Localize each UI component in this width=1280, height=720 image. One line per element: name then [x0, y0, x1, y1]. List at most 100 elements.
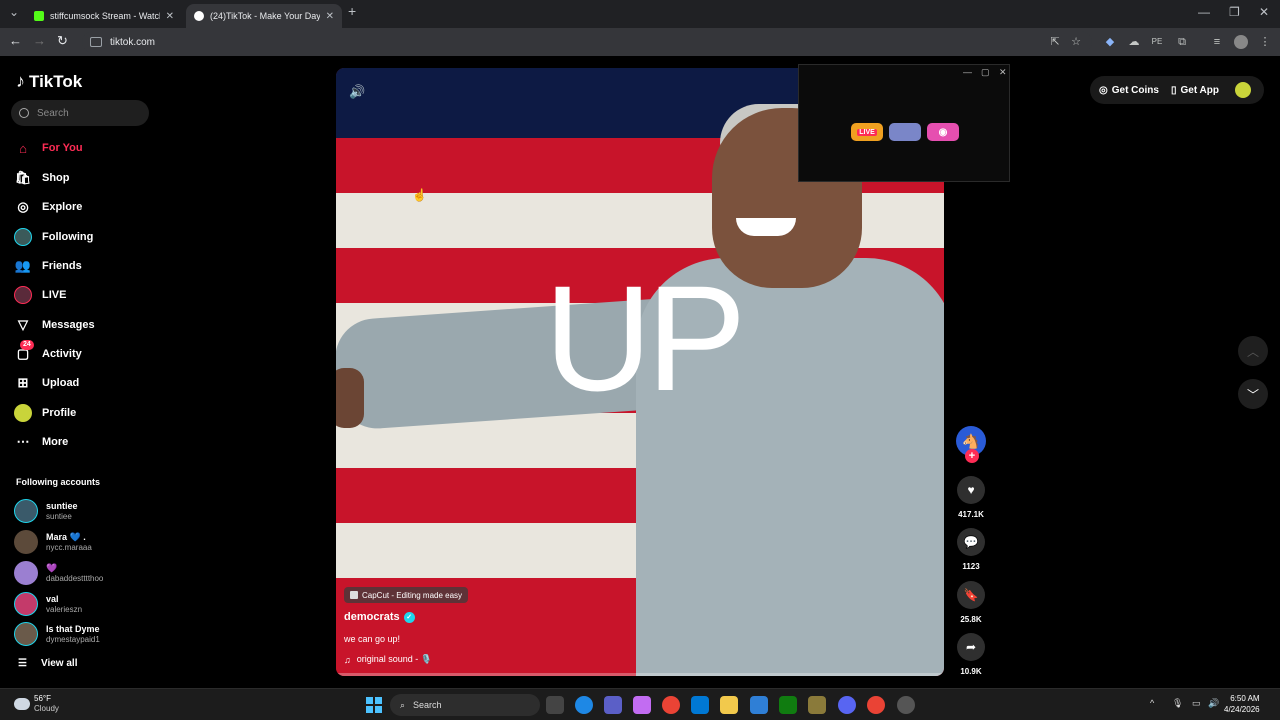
mini-close-icon[interactable]: ✕	[999, 67, 1007, 78]
stream-thumbnail-chip[interactable]	[889, 123, 921, 141]
task-view-icon[interactable]	[546, 696, 564, 714]
extension-2-icon[interactable]: ☁	[1127, 35, 1141, 49]
back-icon[interactable]: ←	[9, 33, 22, 48]
like-button[interactable]: ♥ 417.1K	[954, 476, 988, 519]
teams-icon[interactable]	[604, 696, 622, 714]
nav-profile[interactable]: Profile	[14, 401, 154, 425]
nav-for-you[interactable]: ⌂ For You	[14, 136, 154, 160]
nav-upload[interactable]: ⊞ Upload	[14, 371, 154, 395]
file-explorer-icon[interactable]	[720, 696, 738, 714]
xbox-icon[interactable]	[779, 696, 797, 714]
nav-label: Explore	[42, 201, 83, 213]
close-window-icon[interactable]: ✕	[1259, 5, 1269, 19]
game-app-icon[interactable]	[808, 696, 826, 714]
bookmark-icon: 🔖	[957, 581, 985, 609]
mini-minimize-icon[interactable]: —	[963, 67, 972, 77]
user-avatar[interactable]	[1235, 82, 1251, 98]
effect-tag[interactable]: CapCut - Editing made easy	[344, 587, 469, 603]
mini-maximize-icon[interactable]: ▢	[981, 67, 990, 78]
chrome-active-icon[interactable]	[867, 696, 885, 714]
save-button[interactable]: 🔖 25.8K	[954, 581, 988, 624]
cloudy-weather-icon	[14, 698, 30, 710]
bookmark-star-icon[interactable]: ☆	[1069, 35, 1083, 49]
forward-icon[interactable]: →	[33, 33, 46, 48]
extension-3-icon[interactable]: PE	[1150, 35, 1164, 49]
tray-chevron-icon[interactable]: ^	[1150, 698, 1154, 708]
following-account-row[interactable]: suntiee suntiee	[14, 497, 164, 525]
share-button[interactable]: ➦ 10.9K	[954, 633, 988, 676]
os-taskbar: 56°F Cloudy ⌕ Search ^ 🎙 ▭ 🔊 6:50 AM 4/2…	[0, 688, 1280, 720]
nav-label: Activity	[42, 348, 82, 360]
store-icon[interactable]	[691, 696, 709, 714]
display-icon[interactable]: ▭	[1192, 698, 1201, 709]
reload-icon[interactable]: ↻	[57, 33, 68, 49]
nav-more[interactable]: ⋯ More	[14, 430, 154, 454]
follow-button[interactable]: +	[965, 449, 979, 463]
following-account-row[interactable]: Mara 💙 . nycc.maraaa	[14, 528, 164, 556]
weather-widget[interactable]: 56°F Cloudy	[14, 694, 59, 714]
search-input[interactable]: Search	[11, 100, 149, 126]
minimize-window-icon[interactable]: —	[1198, 5, 1210, 19]
start-button[interactable]	[366, 697, 382, 713]
open-in-app-icon[interactable]: ⇱	[1048, 35, 1062, 49]
system-clock[interactable]: 6:50 AM 4/24/2026	[1224, 693, 1260, 715]
search-icon	[19, 108, 29, 118]
chrome-icon[interactable]	[662, 696, 680, 714]
live-chip[interactable]: LIVE	[851, 123, 883, 141]
edge-icon[interactable]	[575, 696, 593, 714]
get-app-button[interactable]: Get App	[1180, 85, 1219, 96]
copilot-icon[interactable]	[633, 696, 651, 714]
profile-avatar-icon[interactable]	[1234, 35, 1248, 49]
new-tab-icon[interactable]: +	[348, 3, 356, 19]
author-name: democrats	[344, 611, 400, 623]
app-circle-icon[interactable]	[897, 696, 915, 714]
site-info-icon[interactable]	[90, 37, 102, 47]
next-video-button[interactable]: ﹀	[1238, 379, 1268, 409]
tiktok-logo[interactable]: ♪ TikTok	[16, 71, 82, 92]
taskbar-search[interactable]: ⌕ Search	[390, 694, 540, 716]
nav-explore[interactable]: ◎ Explore	[14, 195, 154, 219]
mini-player-window[interactable]: — ▢ ✕ LIVE ◉	[798, 64, 1010, 182]
volume-icon[interactable]: 🔊	[349, 84, 365, 100]
nav-activity[interactable]: ▢ 24 Activity	[14, 340, 154, 366]
following-account-row[interactable]: 💜 dabaddestttthoo	[14, 559, 164, 587]
get-coins-button[interactable]: Get Coins	[1112, 85, 1159, 96]
volume-tray-icon[interactable]: 🔊	[1208, 698, 1219, 709]
tiktok-note-icon: ♪	[16, 71, 25, 91]
extension-1-icon[interactable]: ◆	[1103, 35, 1117, 49]
discord-icon[interactable]	[838, 696, 856, 714]
kick-favicon-icon	[34, 11, 44, 21]
video-sound[interactable]: ♫ original sound - 🎙️	[344, 654, 432, 665]
view-all-button[interactable]: ☰ View all	[18, 658, 77, 669]
tab-stream[interactable]: stiffcumsock Stream - Watch Li ✕	[26, 4, 182, 28]
tab-tiktok[interactable]: (24)TikTok - Make Your Day ✕	[186, 4, 342, 28]
previous-video-button[interactable]: ︿	[1238, 336, 1268, 366]
maximize-window-icon[interactable]: ❐	[1229, 5, 1240, 19]
following-account-row[interactable]: Is that Dyme dymestaypaid1	[14, 620, 164, 648]
microphone-icon[interactable]: 🎙	[1172, 698, 1183, 709]
tab-search-icon[interactable]: ⌄	[9, 5, 19, 19]
close-tab-icon[interactable]: ✕	[166, 11, 174, 22]
video-author[interactable]: democrats ✓	[344, 611, 415, 623]
nav-live[interactable]: LIVE	[14, 283, 154, 307]
url-text: tiktok.com	[110, 36, 156, 48]
tab-search-menu-icon[interactable]: ≡	[1210, 35, 1224, 49]
browser-menu-icon[interactable]: ⋮	[1258, 35, 1272, 49]
comment-button[interactable]: 💬 1123	[954, 528, 988, 571]
app-c-icon[interactable]	[750, 696, 768, 714]
nav-messages[interactable]: ▽ Messages	[14, 313, 154, 337]
extensions-puzzle-icon[interactable]: ⧉	[1175, 35, 1189, 49]
address-bar[interactable]: tiktok.com	[82, 31, 1092, 53]
taskbar-search-label: Search	[413, 700, 442, 710]
nav-label: Messages	[42, 319, 95, 331]
compass-icon: ◎	[17, 199, 29, 214]
discord-chip[interactable]: ◉	[927, 123, 959, 141]
account-username: valerieszn	[46, 604, 83, 614]
close-tab-icon[interactable]: ✕	[326, 11, 334, 22]
account-username: nycc.maraaa	[46, 542, 92, 552]
following-account-row[interactable]: val valerieszn	[14, 590, 164, 618]
nav-friends[interactable]: 👥 Friends	[14, 254, 154, 278]
nav-shop[interactable]: 🛍 Shop	[14, 166, 154, 190]
nav-following[interactable]: Following	[14, 225, 154, 249]
video-progress-bar[interactable]	[336, 673, 944, 676]
